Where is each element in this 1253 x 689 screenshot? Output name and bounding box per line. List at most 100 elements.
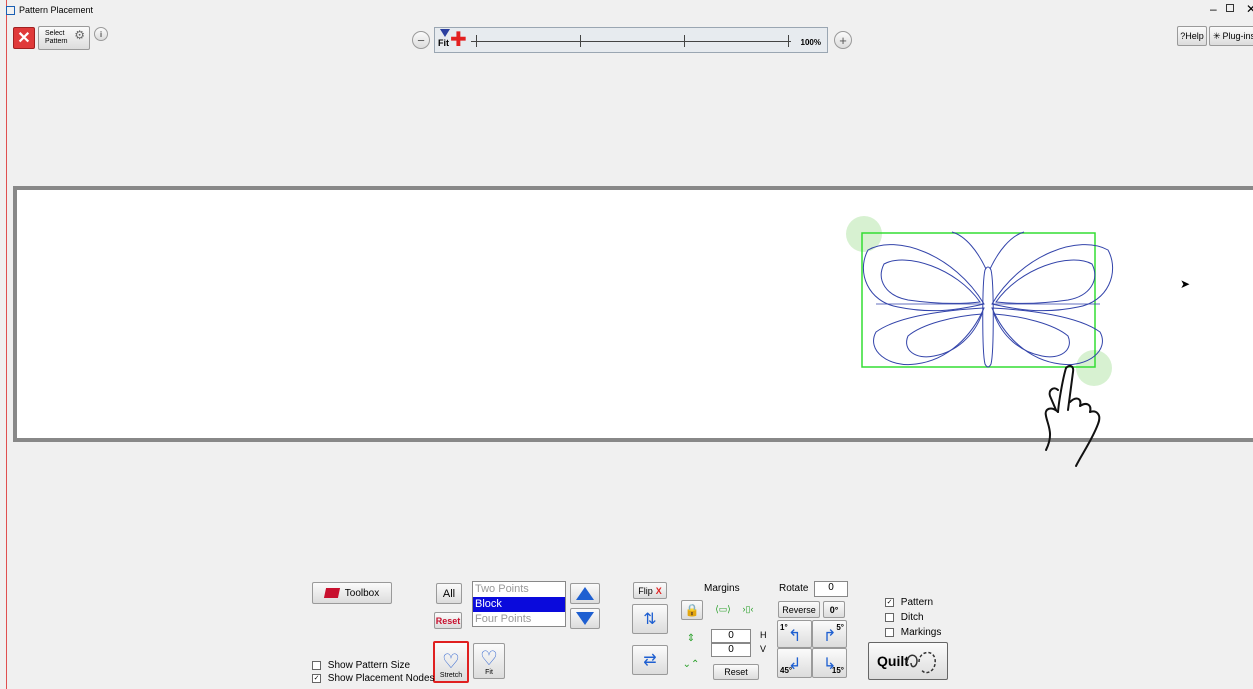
show-pattern-size-label: Show Pattern Size [327, 660, 411, 671]
gears-icon: ⚙ [74, 28, 85, 42]
rotate-zero-button[interactable]: 0° [823, 601, 845, 618]
v-expand-icon: ⇕ [686, 632, 696, 644]
window-close-button[interactable]: ✕ [1246, 2, 1253, 16]
rotate-input[interactable]: 0 [814, 581, 848, 597]
margin-h-input[interactable]: 0 [711, 629, 751, 643]
move-up-button[interactable] [570, 583, 600, 604]
zoom-out-button[interactable]: − [412, 31, 430, 49]
rotate-label: Rotate [779, 583, 809, 594]
window-title: Pattern Placement [19, 5, 94, 15]
flip-label: Flip [638, 585, 653, 596]
close-pattern-button[interactable]: ✕ [13, 27, 35, 49]
pattern-label: Pattern [900, 597, 934, 608]
info-button[interactable]: i [94, 27, 108, 41]
list-item[interactable]: Four Points [473, 612, 565, 627]
margin-reset-label: Reset [724, 667, 748, 677]
checkbox-box[interactable] [885, 612, 894, 622]
select-pattern-label: Select Pattern [45, 30, 68, 45]
reset-label: Reset [435, 615, 461, 626]
rotate-arrow-icon: ↱ [823, 628, 837, 645]
heart-icon: ♡ [442, 651, 460, 673]
restore-button[interactable] [1226, 4, 1234, 12]
hand-cursor-icon [1044, 364, 1101, 467]
quilt-path-icon [906, 651, 936, 674]
zoom-out-icon: − [417, 32, 425, 48]
fit-label: Fit [485, 669, 493, 676]
help-button[interactable]: ?Help [1177, 26, 1207, 46]
list-item[interactable]: Two Points [473, 582, 565, 597]
checkbox-box[interactable] [312, 660, 321, 670]
zoom-tick [476, 35, 477, 47]
selection-mode-list[interactable]: Two Points Block Four Points [472, 581, 566, 627]
flip-horizontal-icon: ⇄ [643, 652, 657, 669]
ditch-checkbox[interactable]: Ditch [885, 612, 924, 623]
margin-v-input[interactable]: 0 [711, 643, 751, 657]
rotate-45-button[interactable]: 45° ↲ [777, 648, 812, 678]
flip-vertical-button[interactable]: ⇅ [632, 604, 668, 634]
select-pattern-button[interactable]: Select Pattern ⚙ [38, 26, 90, 50]
select-all-button[interactable]: All [436, 583, 462, 604]
toolbox-button[interactable]: Toolbox [312, 582, 392, 604]
zoom-tick [684, 35, 685, 47]
rotate-1-button[interactable]: 1° ↰ [777, 620, 812, 648]
reset-selection-button[interactable]: Reset [434, 612, 462, 629]
rotate-arrow-icon: ↰ [788, 628, 802, 645]
rotate-15-button[interactable]: 15° ↳ [812, 648, 847, 678]
title-bar: Pattern Placement – ✕ [0, 0, 1253, 22]
markings-label: Markings [900, 627, 942, 638]
all-label: All [442, 587, 456, 600]
plugins-label: Plug-ins [1222, 31, 1253, 41]
show-pattern-size-checkbox[interactable]: Show Pattern Size [312, 660, 410, 671]
checkbox-box[interactable] [885, 627, 894, 637]
list-item[interactable]: Block [473, 597, 565, 612]
zoom-tick [580, 35, 581, 47]
margin-h-expand-button[interactable]: ⟨▭⟩ [711, 601, 735, 617]
flip-horizontal-button[interactable]: ⇄ [632, 645, 668, 675]
zoom-track [471, 41, 791, 42]
margin-reset-button[interactable]: Reset [713, 664, 759, 680]
app-icon [6, 6, 15, 15]
zoom-slider[interactable]: Fit ✚ 100% [434, 27, 828, 53]
reverse-button[interactable]: Reverse [778, 601, 820, 618]
lock-icon: 🔒 [684, 603, 700, 617]
rotate-5-button[interactable]: 5° ↱ [812, 620, 847, 648]
margin-v-label: V [760, 644, 767, 654]
rotate-arrow-icon: ↲ [788, 656, 802, 673]
checkbox-box[interactable]: ✓ [312, 673, 321, 683]
v-shrink-icon: ⌄⌃ [682, 658, 700, 670]
flip-vertical-icon: ⇅ [643, 611, 657, 628]
margin-lock-button[interactable]: 🔒 [681, 600, 703, 620]
zoom-pointer-icon [440, 29, 450, 37]
window-border [6, 0, 7, 689]
ditch-label: Ditch [900, 612, 924, 623]
rotate-zero-label: 0° [829, 604, 839, 615]
zoom-in-button[interactable]: + [834, 31, 852, 49]
toolbox-icon [323, 588, 340, 598]
move-down-button[interactable] [570, 608, 600, 629]
close-icon: ✕ [17, 30, 31, 47]
margin-h-shrink-button[interactable]: ›▯‹ [736, 601, 760, 617]
margin-v-shrink-button[interactable]: ⌄⌃ [682, 652, 700, 676]
pattern-checkbox[interactable]: ✓ Pattern [885, 597, 933, 608]
zoom-fit-label: Fit [438, 38, 449, 48]
flip-x-button[interactable]: Flip X [633, 582, 667, 599]
minimize-button[interactable]: – [1210, 2, 1217, 16]
rotate-1-label: 1° [780, 623, 788, 632]
checkbox-box[interactable]: ✓ [885, 597, 894, 607]
butterfly-outline [863, 231, 1113, 368]
show-placement-nodes-checkbox[interactable]: ✓ Show Placement Nodes [312, 673, 435, 684]
help-label: ?Help [1180, 31, 1204, 41]
arrow-cursor-icon: ➤ [1180, 277, 1191, 291]
stretch-button[interactable]: ♡ Stretch [433, 641, 469, 683]
stretch-label: Stretch [439, 672, 463, 679]
margin-v-expand-button[interactable]: ⇕ [683, 627, 699, 649]
plugins-button[interactable]: ✳ Plug-ins [1209, 26, 1253, 46]
rotate-5-label: 5° [836, 623, 844, 632]
zoom-handle-icon[interactable]: ✚ [450, 30, 467, 50]
fit-button[interactable]: ♡ Fit [473, 643, 505, 679]
zoom-max-label: 100% [800, 38, 821, 47]
markings-checkbox[interactable]: Markings [885, 627, 941, 638]
zoom-tick [788, 35, 789, 47]
quilt-button[interactable]: Quilt [868, 642, 948, 680]
plugins-icon: ✳ [1213, 30, 1221, 41]
